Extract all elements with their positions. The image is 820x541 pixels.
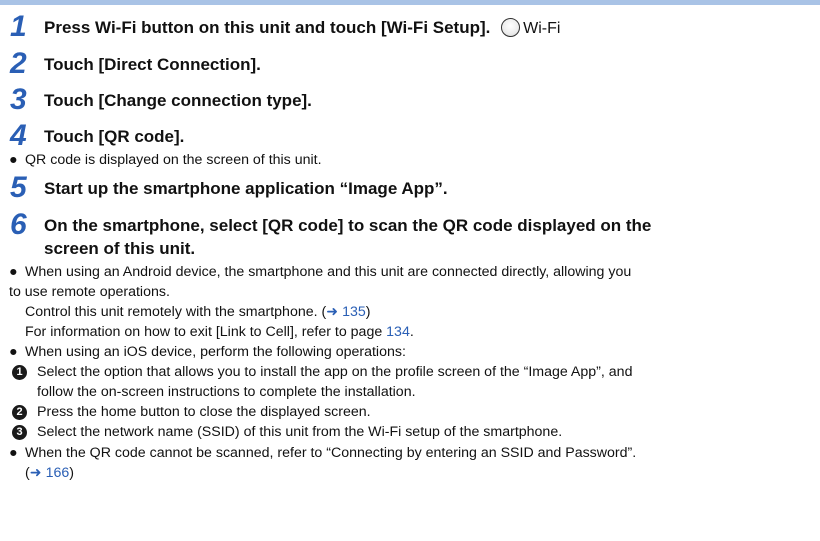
bullet-icon: ●	[9, 344, 18, 360]
step-text-line-1: On the smartphone, select [QR code] to s…	[44, 216, 652, 235]
step-text: Start up the smartphone application “Ima…	[44, 179, 448, 198]
circled-number-2-icon: 2	[12, 405, 27, 420]
step-text-line-2: screen of this unit.	[44, 239, 196, 258]
cannot-scan-note: ● When the QR code cannot be scanned, ref…	[9, 445, 637, 461]
note-qr-displayed: ● QR code is displayed on the screen of t…	[9, 152, 322, 168]
ios-step-1: 1 Select the option that allows you to in…	[12, 363, 632, 381]
bullet-icon: ●	[9, 445, 18, 461]
ios-note: ● When using an iOS device, perform the f…	[9, 344, 406, 360]
step-number: 4	[10, 119, 27, 152]
wifi-button-icon	[501, 18, 521, 37]
ios-step-3: 3 Select the network name (SSID) of this …	[12, 423, 562, 441]
step-text: Touch [Direct Connection].	[44, 55, 261, 74]
step-number: 1	[10, 10, 27, 43]
android-note: ● When using an Android device, the smart…	[9, 264, 632, 280]
circled-number-1-icon: 1	[12, 365, 27, 380]
top-bar	[0, 0, 820, 5]
android-control-line: Control this unit remotely with the smar…	[25, 304, 371, 320]
step-number: 3	[10, 83, 27, 116]
android-note-cont: to use remote operations.	[9, 284, 170, 300]
step-text: Touch [QR code].	[44, 127, 185, 146]
wifi-button-label: Wi-Fi	[523, 20, 561, 37]
ios-step-1-cont: follow the on-screen instructions to com…	[37, 384, 416, 400]
step-number: 5	[10, 171, 27, 204]
ios-step-2: 2 Press the home button to close the disp…	[12, 403, 371, 421]
bullet-icon: ●	[9, 264, 18, 280]
step-text: Touch [Change connection type].	[44, 91, 312, 110]
page-link-166[interactable]: ➜ 166	[30, 465, 70, 481]
circled-number-3-icon: 3	[12, 425, 27, 440]
page-link-135[interactable]: ➜ 135	[326, 304, 366, 320]
android-exit-line: For information on how to exit [Link to …	[25, 324, 414, 340]
step-number: 2	[10, 47, 27, 80]
bullet-icon: ●	[9, 152, 18, 168]
step-text: Press Wi-Fi button on this unit and touc…	[44, 18, 491, 37]
cannot-scan-ref: (➜ 166)	[25, 465, 74, 481]
step-number: 6	[10, 208, 27, 241]
page-link-134[interactable]: 134	[386, 324, 410, 340]
